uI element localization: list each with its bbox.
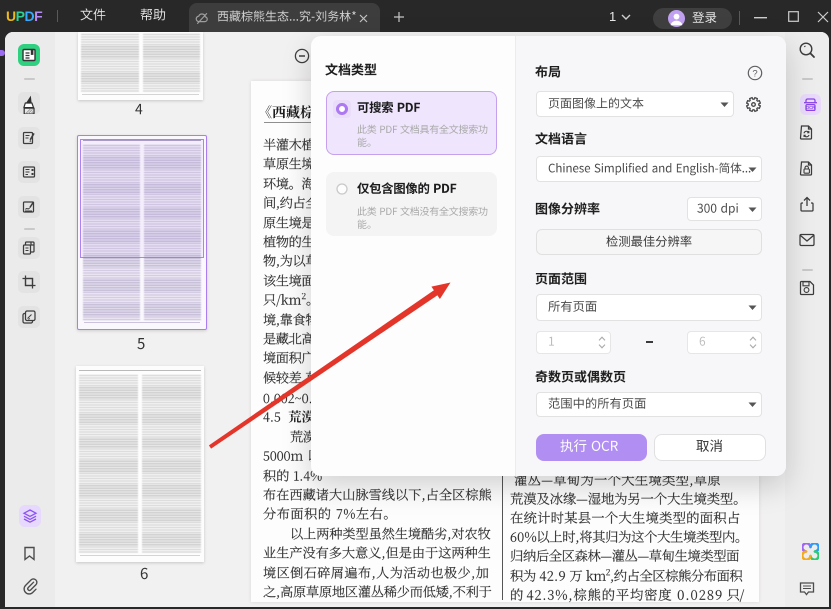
svg-text:OCR: OCR [806, 105, 815, 110]
svg-text:?: ? [752, 68, 757, 79]
